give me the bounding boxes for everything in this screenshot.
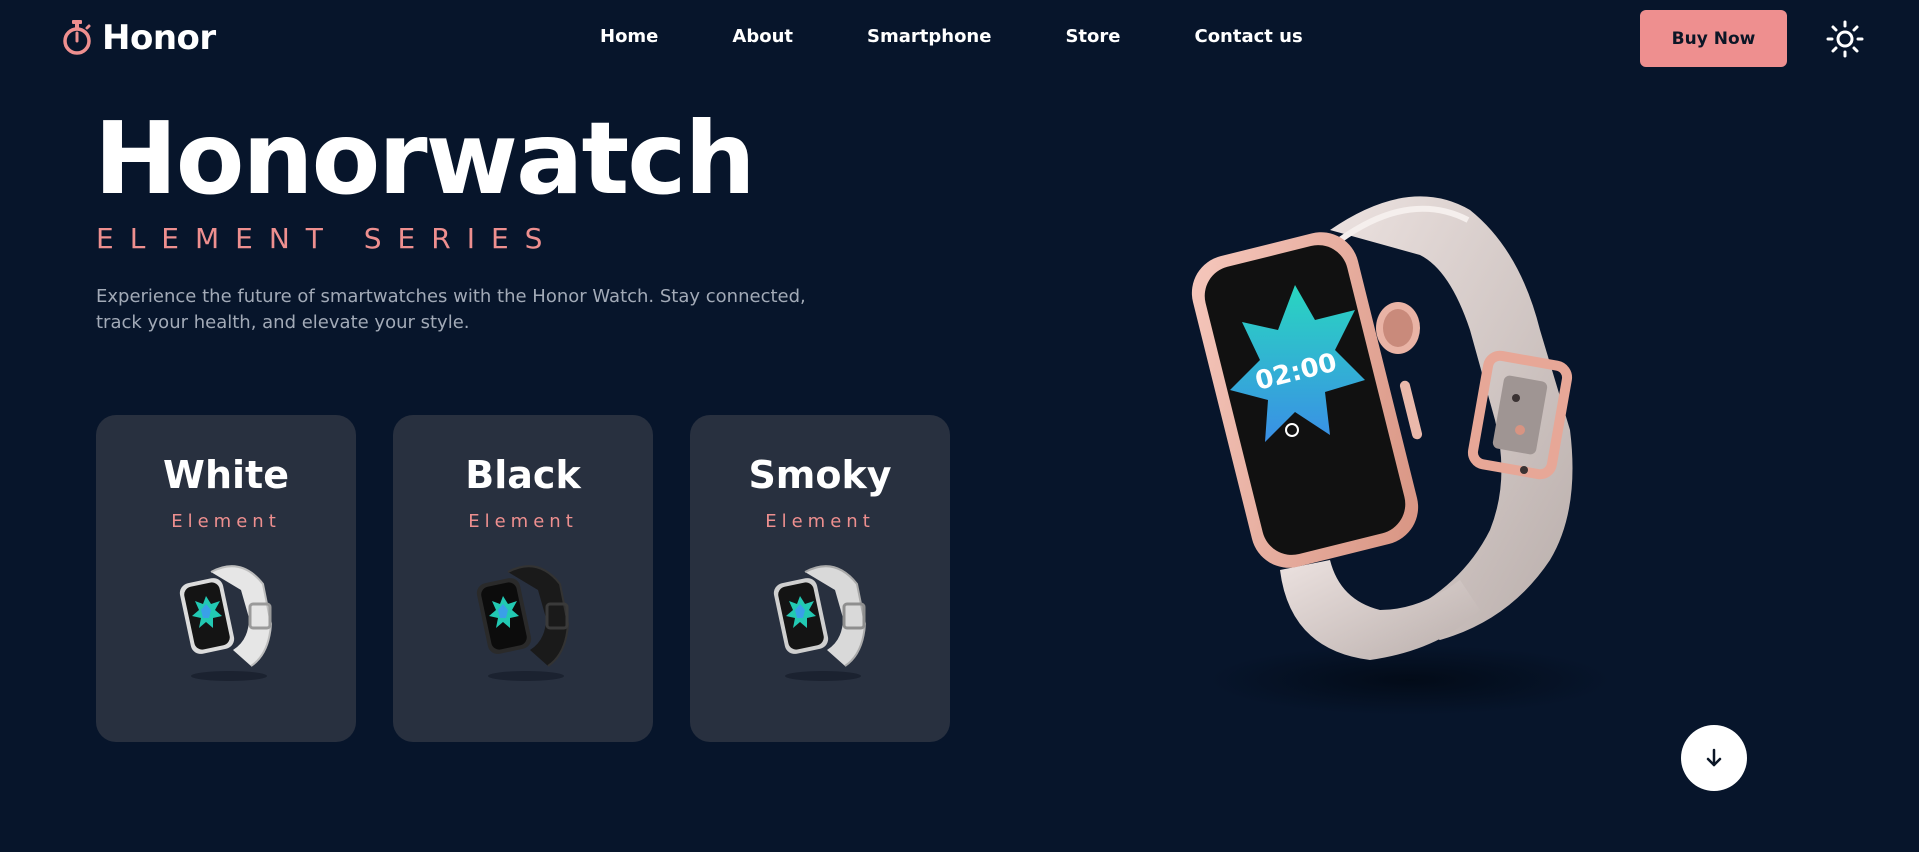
card-subtitle: Element <box>468 511 578 532</box>
sun-icon[interactable] <box>1826 20 1864 58</box>
smoky-watch-image <box>773 565 867 681</box>
card-subtitle: Element <box>765 511 875 532</box>
brand-logo[interactable]: Honor <box>62 18 216 58</box>
card-white[interactable]: White Element <box>96 415 356 742</box>
white-watch-image <box>179 565 273 681</box>
nav-about[interactable]: About <box>732 26 793 47</box>
nav-store[interactable]: Store <box>1065 26 1120 47</box>
nav-home[interactable]: Home <box>600 26 658 47</box>
brand-name: Honor <box>102 18 216 58</box>
stopwatch-icon <box>63 20 91 55</box>
card-subtitle: Element <box>171 511 281 532</box>
card-title: Smoky <box>748 453 892 497</box>
scroll-down-button[interactable] <box>1681 725 1747 791</box>
main-nav: Home About Smartphone Store Contact us <box>600 26 1303 47</box>
hero-title: Honorwatch <box>94 100 756 217</box>
hero-description-line-2: track your health, and elevate your styl… <box>96 312 470 333</box>
hero-description: Experience the future of smartwatches wi… <box>96 284 816 336</box>
hero-subtitle: ELEMENT SERIES <box>96 222 559 255</box>
header: Honor Home About Smartphone Store Contac… <box>0 0 1919 78</box>
variant-cards: White Element Black Element Smoky Elemen… <box>96 415 950 742</box>
hero-description-line-1: Experience the future of smartwatches wi… <box>96 286 806 307</box>
hero-watch-image: 02:00 <box>1191 196 1610 715</box>
nav-contact[interactable]: Contact us <box>1194 26 1302 47</box>
arrow-down-icon <box>1706 748 1722 767</box>
card-title: White <box>163 453 289 497</box>
card-smoky[interactable]: Smoky Element <box>690 415 950 742</box>
black-watch-image <box>476 565 570 681</box>
buy-now-button[interactable]: Buy Now <box>1640 10 1787 67</box>
nav-smartphone[interactable]: Smartphone <box>867 26 991 47</box>
card-black[interactable]: Black Element <box>393 415 653 742</box>
card-title: Black <box>465 453 581 497</box>
